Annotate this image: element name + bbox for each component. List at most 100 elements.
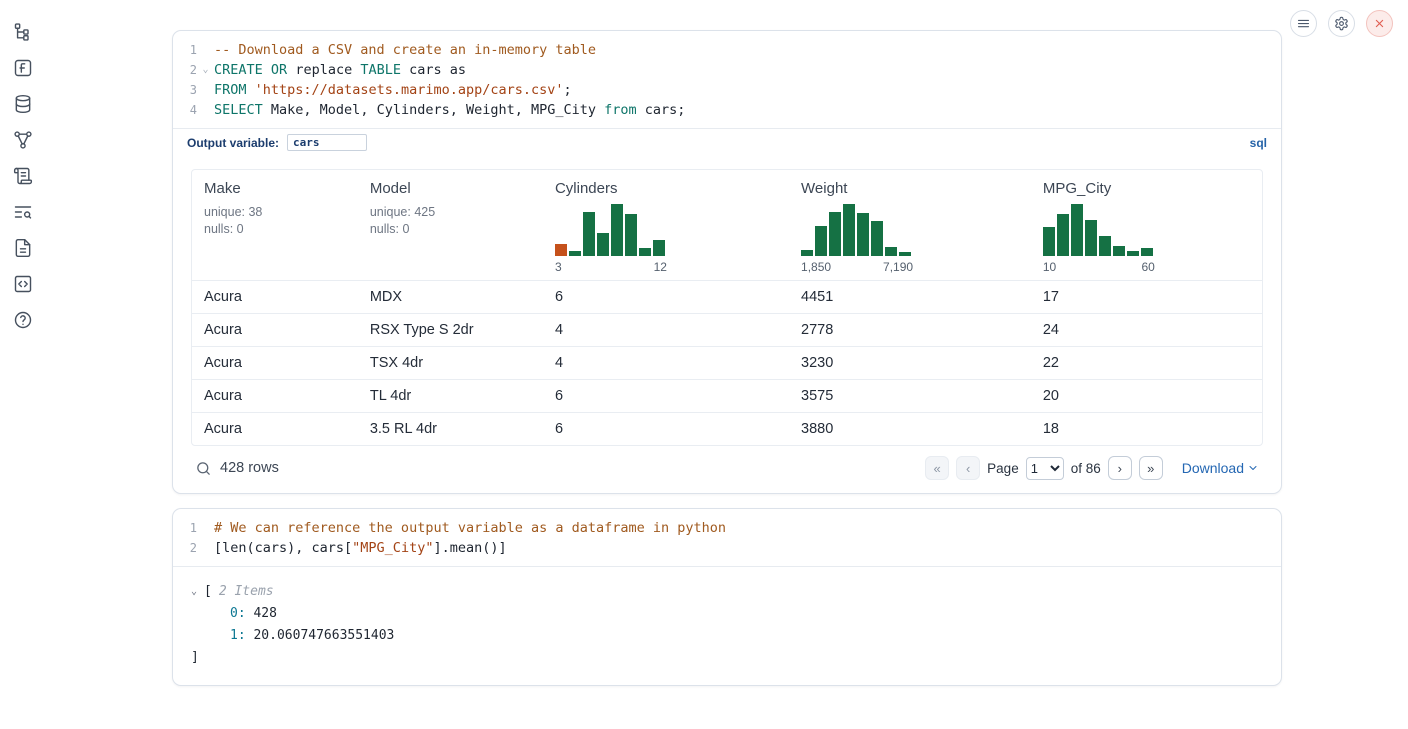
code-text: -- Download a CSV and create an in-memor… — [214, 40, 596, 60]
output-variable-row: Output variable: sql — [173, 128, 1281, 156]
next-page-button[interactable]: › — [1108, 456, 1132, 480]
table-cell: 6 — [543, 281, 789, 314]
axis-min-label: 3 — [555, 260, 562, 274]
table-cell: 4451 — [789, 281, 1031, 314]
table-cell: 20 — [1031, 380, 1262, 413]
tree-entry-key: 1: — [230, 628, 253, 643]
menu-icon — [1296, 16, 1311, 31]
histogram-bar[interactable] — [639, 248, 651, 256]
histogram-bar[interactable] — [829, 212, 841, 256]
table-cell: 22 — [1031, 347, 1262, 380]
prev-page-button[interactable]: ‹ — [956, 456, 980, 480]
table-cell: TSX 4dr — [358, 347, 543, 380]
histogram-bar[interactable] — [1057, 214, 1069, 256]
result-tree-entries: 0: 4281: 20.060747663551403 — [173, 603, 1281, 647]
column-header-model[interactable]: Modelunique: 425nulls: 0 — [358, 170, 543, 281]
histogram-bar[interactable] — [611, 204, 623, 256]
code-line[interactable]: 4SELECT Make, Model, Cylinders, Weight, … — [173, 100, 1281, 120]
last-page-button[interactable]: » — [1139, 456, 1163, 480]
code-line[interactable]: 2⌄CREATE OR replace TABLE cars as — [173, 60, 1281, 80]
histogram-bar[interactable] — [1071, 204, 1083, 256]
table-of-contents-icon[interactable] — [13, 202, 33, 222]
menu-button[interactable] — [1290, 10, 1317, 37]
column-header-cylinders[interactable]: Cylinders312 — [543, 170, 789, 281]
logs-icon[interactable] — [13, 166, 33, 186]
line-number: 1 — [173, 40, 197, 60]
datasources-icon[interactable] — [13, 94, 33, 114]
download-button[interactable]: Download — [1182, 460, 1259, 476]
histogram-bar[interactable] — [815, 226, 827, 256]
collapse-toggle-icon[interactable]: ⌄ — [191, 581, 204, 603]
line-number: 2 — [173, 60, 197, 80]
histogram-bar[interactable] — [625, 214, 637, 256]
pagination: « ‹ Page 1 of 86 › » Download — [925, 456, 1259, 480]
histogram-bar[interactable] — [1127, 251, 1139, 256]
table-row[interactable]: AcuraMDX6445117 — [192, 281, 1262, 314]
code-line[interactable]: 1 -- Download a CSV and create an in-memo… — [173, 40, 1281, 60]
column-name: Model — [370, 180, 531, 197]
line-number: 2 — [173, 538, 197, 558]
column-stat: nulls: 0 — [370, 221, 531, 238]
search-icon[interactable] — [195, 460, 212, 477]
histogram-mpg_city[interactable] — [1043, 204, 1250, 256]
line-number: 3 — [173, 80, 197, 100]
table-footer: 428 rows « ‹ Page 1 of 86 › » Download — [173, 446, 1281, 493]
documentation-icon[interactable] — [13, 238, 33, 258]
sidebar — [0, 0, 46, 729]
histogram-bar[interactable] — [1099, 236, 1111, 256]
histogram-bar[interactable] — [1043, 227, 1055, 256]
table-cell: 6 — [543, 380, 789, 413]
gutter-spacer — [197, 518, 214, 538]
code-line[interactable]: 3FROM 'https://datasets.marimo.app/cars.… — [173, 80, 1281, 100]
scratchpad-icon[interactable] — [13, 58, 33, 78]
sql-cell: 1 -- Download a CSV and create an in-memo… — [172, 30, 1282, 494]
histogram-bar[interactable] — [1085, 220, 1097, 256]
tree-entry-value: 428 — [253, 606, 276, 621]
histogram-bar[interactable] — [801, 250, 813, 256]
column-name: Make — [204, 180, 346, 197]
histogram-bar[interactable] — [1141, 248, 1153, 256]
histogram-bar[interactable] — [843, 204, 855, 256]
table-cell: RSX Type S 2dr — [358, 314, 543, 347]
sql-code-editor[interactable]: 1 -- Download a CSV and create an in-memo… — [173, 31, 1281, 128]
table-row[interactable]: Acura3.5 RL 4dr6388018 — [192, 413, 1262, 446]
histogram-bar[interactable] — [857, 213, 869, 256]
settings-button[interactable] — [1328, 10, 1355, 37]
items-count-label: 2 Items — [219, 581, 274, 603]
python-cell: 1# We can reference the output variable … — [172, 508, 1282, 686]
table-body: AcuraMDX6445117AcuraRSX Type S 2dr427782… — [192, 281, 1262, 446]
histogram-bar[interactable] — [597, 233, 609, 256]
histogram-bar[interactable] — [885, 247, 897, 256]
histogram-bar[interactable] — [555, 244, 567, 256]
table-cell: Acura — [192, 347, 358, 380]
table-row[interactable]: AcuraRSX Type S 2dr4277824 — [192, 314, 1262, 347]
first-page-button[interactable]: « — [925, 456, 949, 480]
table-row[interactable]: AcuraTSX 4dr4323022 — [192, 347, 1262, 380]
histogram-bar[interactable] — [1113, 246, 1125, 256]
shutdown-button[interactable] — [1366, 10, 1393, 37]
output-variable-input[interactable] — [287, 134, 367, 151]
histogram-bar[interactable] — [653, 240, 665, 256]
table-cell: Acura — [192, 380, 358, 413]
fold-toggle-icon[interactable]: ⌄ — [197, 60, 214, 80]
histogram-bar[interactable] — [569, 251, 581, 256]
code-line[interactable]: 1# We can reference the output variable … — [173, 518, 1281, 538]
histogram-bar[interactable] — [583, 212, 595, 256]
histogram-bar[interactable] — [871, 221, 883, 256]
column-header-make[interactable]: Makeunique: 38nulls: 0 — [192, 170, 358, 281]
gutter-spacer — [197, 100, 214, 120]
histogram-weight[interactable] — [801, 204, 1019, 256]
code-line[interactable]: 2[len(cars), cars["MPG_City"].mean()] — [173, 538, 1281, 558]
page-select[interactable]: 1 — [1026, 457, 1064, 480]
file-explorer-icon[interactable] — [13, 22, 33, 42]
snippets-icon[interactable] — [13, 274, 33, 294]
help-icon[interactable] — [13, 310, 33, 330]
python-code-editor[interactable]: 1# We can reference the output variable … — [173, 509, 1281, 566]
histogram-bar[interactable] — [899, 252, 911, 256]
axis-min-label: 1,850 — [801, 260, 831, 274]
column-header-weight[interactable]: Weight1,8507,190 — [789, 170, 1031, 281]
column-header-mpg_city[interactable]: MPG_City1060 — [1031, 170, 1262, 281]
histogram-cylinders[interactable] — [555, 204, 777, 256]
table-row[interactable]: AcuraTL 4dr6357520 — [192, 380, 1262, 413]
dependency-graph-icon[interactable] — [13, 130, 33, 150]
